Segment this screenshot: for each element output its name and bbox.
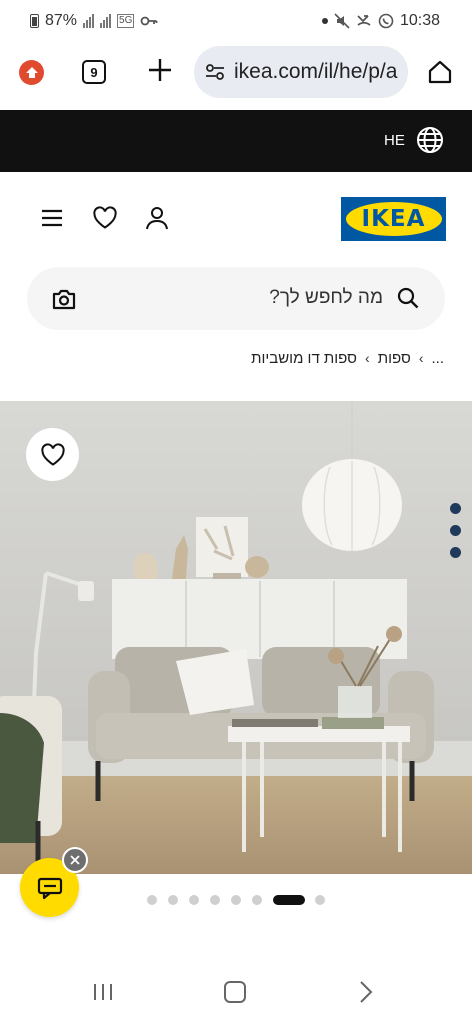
chevron-left-icon: ‹ [418, 350, 424, 366]
globe-icon[interactable] [416, 126, 444, 154]
search-icon[interactable] [397, 287, 419, 309]
url-text: ikea.com/il/he/p/a [234, 60, 398, 83]
home-icon[interactable] [426, 58, 454, 86]
battery-icon [30, 14, 39, 28]
status-bar: 87% 5G 10:38 [0, 0, 472, 44]
close-icon [70, 855, 80, 865]
url-bar[interactable]: ikea.com/il/he/p/a [194, 46, 408, 98]
breadcrumb-sofas[interactable]: ספות [378, 350, 411, 367]
system-navigation-bar [0, 960, 472, 1024]
status-right: 10:38 [321, 12, 440, 30]
pagination-dot[interactable] [189, 895, 199, 905]
pagination-dot[interactable] [252, 895, 262, 905]
search-bar[interactable]: מה לחפש לך? [27, 267, 445, 330]
search-input[interactable]: מה לחפש לך? [269, 287, 383, 309]
chat-close-button[interactable] [62, 847, 88, 873]
chat-bubble-icon [37, 877, 62, 899]
site-settings-icon[interactable] [204, 61, 226, 83]
hotspot-dot[interactable] [450, 547, 461, 558]
pagination-dot[interactable] [231, 895, 241, 905]
locale-bar: HE [0, 110, 472, 172]
pagination-dot[interactable] [315, 895, 325, 905]
image-hotspots[interactable] [450, 503, 461, 558]
notification-dot-icon [321, 18, 328, 24]
heart-icon[interactable] [92, 206, 118, 230]
pagination-dot[interactable] [210, 895, 220, 905]
network-type: 5G [117, 14, 135, 28]
signal-icon-2 [100, 14, 112, 28]
logo-oval: IKEA [345, 202, 442, 236]
mute-icon [334, 13, 350, 29]
save-favorite-button[interactable] [26, 428, 79, 481]
logo-text: IKEA [361, 206, 426, 232]
tab-count: 9 [90, 64, 98, 80]
clock: 10:38 [399, 12, 440, 29]
new-tab-plus-icon[interactable] [146, 56, 174, 84]
whatsapp-icon [378, 13, 394, 29]
camera-icon[interactable] [51, 287, 77, 311]
status-left: 87% 5G [30, 12, 158, 30]
hotspot-dot[interactable] [450, 525, 461, 536]
pagination-dot[interactable] [147, 895, 157, 905]
chevron-left-icon: ‹ [365, 350, 370, 366]
product-image[interactable] [0, 401, 472, 874]
missed-call-icon [357, 15, 371, 26]
hotspot-dot[interactable] [450, 503, 461, 514]
heart-icon [40, 442, 65, 466]
upgrade-icon[interactable] [19, 60, 44, 85]
breadcrumb-ellipsis[interactable]: ... [431, 350, 444, 367]
browser-toolbar: 9 ikea.com/il/he/p/a [0, 44, 472, 110]
language-selector[interactable]: HE [384, 132, 405, 149]
pagination-dot-active[interactable] [273, 895, 305, 905]
ikea-logo[interactable]: IKEA [341, 197, 446, 241]
battery-level: 87% [45, 12, 78, 29]
menu-icon[interactable] [40, 208, 64, 228]
tab-switcher-button[interactable]: 9 [82, 60, 106, 84]
home-button-icon[interactable] [224, 981, 246, 1003]
recent-apps-icon[interactable] [92, 982, 114, 1002]
back-chevron-icon[interactable] [358, 980, 374, 1004]
signal-icon [83, 14, 95, 28]
key-icon [140, 16, 158, 26]
site-header: IKEA [0, 172, 472, 264]
pagination-dot[interactable] [168, 895, 178, 905]
breadcrumb-two-seat-sofas[interactable]: ספות דו מושביות [251, 350, 357, 367]
breadcrumb: ... ‹ ספות ‹ ספות דו מושביות [251, 347, 444, 369]
user-icon[interactable] [144, 205, 170, 231]
